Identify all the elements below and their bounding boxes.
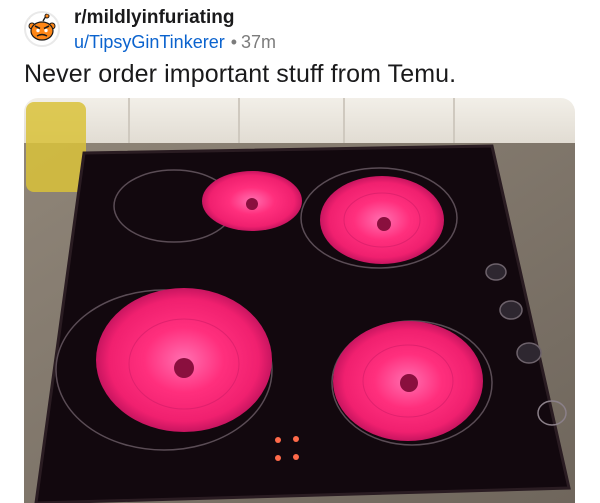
post-image[interactable] <box>24 98 575 503</box>
snoo-angry-icon[interactable] <box>24 11 60 47</box>
byline: u/TipsyGinTinkerer • 37m <box>74 30 474 54</box>
post-title[interactable]: Never order important stuff from Temu. <box>24 60 584 89</box>
meta-separator: • <box>230 32 238 52</box>
post-age: 37m <box>241 32 277 52</box>
author-link[interactable]: u/TipsyGinTinkerer <box>74 32 225 52</box>
post-meta: r/mildlyinfuriating u/TipsyGinTinkerer • 3… <box>74 6 474 54</box>
subreddit-name[interactable]: r/mildlyinfuriating <box>74 6 474 30</box>
